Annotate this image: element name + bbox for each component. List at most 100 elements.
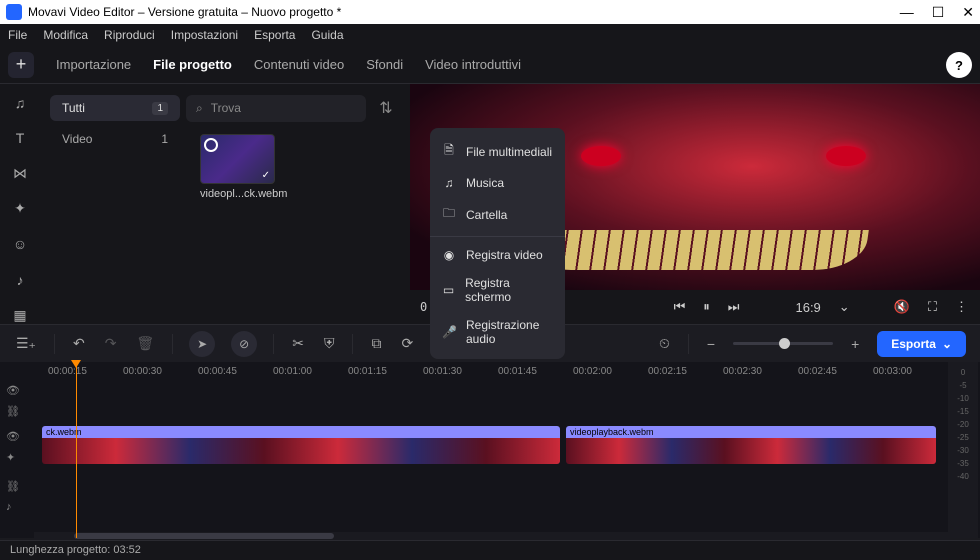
tracks: 👁 ⛓ 👁 ✦ ck.webm videoplayback.webm ⛓ ♪ bbox=[0, 384, 980, 509]
speed-button[interactable]: ⏲ bbox=[657, 335, 672, 352]
clip-2-label: videoplayback.webm bbox=[566, 426, 936, 438]
add-menu: 🗎File multimediali ♫Musica 🗀Cartella ◉Re… bbox=[430, 128, 565, 359]
horizontal-scrollbar[interactable] bbox=[34, 532, 950, 540]
fx-icon[interactable]: ✦ bbox=[6, 451, 20, 464]
aspect-ratio-label[interactable]: 16:9 bbox=[793, 300, 822, 315]
rewind-button[interactable]: ⏮ bbox=[672, 299, 688, 315]
disable-tool[interactable]: ⊘ bbox=[231, 331, 257, 357]
menu-folder[interactable]: 🗀Cartella bbox=[430, 197, 565, 232]
ruler-mark: 00:00:45 bbox=[198, 366, 237, 377]
scrollbar-thumb[interactable] bbox=[74, 533, 334, 539]
video-clip-2[interactable]: videoplayback.webm bbox=[566, 426, 936, 464]
thumbnail-image[interactable] bbox=[200, 134, 275, 184]
playhead[interactable] bbox=[76, 362, 77, 538]
maximize-button[interactable]: ☐ bbox=[932, 4, 945, 21]
add-media-button[interactable]: + bbox=[8, 52, 34, 78]
ruler-mark: 00:01:45 bbox=[498, 366, 537, 377]
menu-record-video[interactable]: ◉Registra video bbox=[430, 241, 565, 269]
cut-button[interactable]: ✂ bbox=[290, 335, 306, 352]
media-thumbnail[interactable]: videopl...ck.webm bbox=[200, 134, 285, 200]
db-label: -30 bbox=[948, 444, 978, 457]
db-label: -10 bbox=[948, 392, 978, 405]
zoom-slider[interactable] bbox=[733, 342, 833, 345]
zoom-out-button[interactable]: − bbox=[705, 336, 717, 352]
crop-button[interactable]: ⧉ bbox=[369, 335, 383, 352]
tab-video-content[interactable]: Contenuti video bbox=[254, 57, 344, 72]
menu-media-files[interactable]: 🗎File multimediali bbox=[430, 134, 565, 169]
thumbnail-label: videopl...ck.webm bbox=[200, 188, 285, 200]
db-label: -40 bbox=[948, 470, 978, 483]
zoom-in-button[interactable]: + bbox=[849, 336, 861, 352]
mute-button[interactable]: 🔇 bbox=[892, 299, 912, 315]
wand-icon[interactable]: ✦ bbox=[10, 200, 30, 217]
tab-import[interactable]: Importazione bbox=[56, 57, 131, 72]
audio-icon[interactable]: ♪ bbox=[6, 501, 20, 513]
shield-icon[interactable]: ⛨ bbox=[322, 335, 337, 352]
link-icon[interactable]: ⛓ bbox=[6, 480, 20, 493]
menu-settings[interactable]: Impostazioni bbox=[171, 28, 238, 42]
window-controls: — ☐ ✕ bbox=[900, 4, 974, 21]
track-controls: 👁 ⛓ bbox=[6, 384, 20, 418]
db-label: -25 bbox=[948, 431, 978, 444]
widgets-icon[interactable]: ▦ bbox=[10, 307, 30, 324]
menu-record-screen[interactable]: ▭ Registra schermo bbox=[430, 269, 565, 311]
db-label: -35 bbox=[948, 457, 978, 470]
menu-record-screen-label: Registra schermo bbox=[465, 276, 553, 304]
titlebar: Movavi Video Editor – Versione gratuita … bbox=[0, 0, 980, 24]
tab-intros[interactable]: Video introduttivi bbox=[425, 57, 521, 72]
db-label: -5 bbox=[948, 379, 978, 392]
redo-button[interactable]: ↷ bbox=[103, 335, 119, 352]
preview-graphic bbox=[581, 146, 621, 166]
screen-icon: ▭ bbox=[442, 283, 455, 297]
note-icon[interactable]: ♫ bbox=[10, 94, 30, 111]
menu-file[interactable]: File bbox=[8, 28, 27, 42]
menu-help[interactable]: Guida bbox=[311, 28, 343, 42]
track-controls-2: 👁 ✦ bbox=[6, 430, 20, 464]
search-input[interactable]: ⌕ Trova bbox=[186, 95, 366, 122]
file-icon: 🗎 bbox=[442, 141, 456, 162]
category-video[interactable]: Video 1 bbox=[50, 128, 180, 150]
play-pause-button[interactable]: ⏸ bbox=[701, 299, 712, 315]
preview-graphic bbox=[521, 230, 869, 270]
timeline-ruler[interactable]: 00:00:15 00:00:30 00:00:45 00:01:00 00:0… bbox=[0, 362, 980, 384]
transitions-icon[interactable]: ⋈ bbox=[10, 165, 30, 182]
project-length: Lunghezza progetto: 03:52 bbox=[10, 544, 141, 556]
search-icon: ⌕ bbox=[196, 101, 203, 116]
tab-project-files[interactable]: File progetto bbox=[153, 57, 232, 72]
close-button[interactable]: ✕ bbox=[962, 4, 974, 21]
export-button[interactable]: Esporta ⌄ bbox=[877, 331, 966, 357]
link-icon[interactable]: ⛓ bbox=[6, 405, 20, 418]
more-button[interactable]: ⋮ bbox=[953, 299, 970, 315]
menu-music[interactable]: ♫Musica bbox=[430, 169, 565, 197]
undo-button[interactable]: ↶ bbox=[71, 335, 87, 352]
menu-edit[interactable]: Modifica bbox=[43, 28, 88, 42]
eye-icon[interactable]: 👁 bbox=[6, 384, 20, 397]
sort-button[interactable]: ⇅ bbox=[372, 94, 400, 122]
pointer-tool[interactable]: ➤ bbox=[189, 331, 215, 357]
minimize-button[interactable]: — bbox=[900, 4, 914, 21]
ruler-mark: 00:00:15 bbox=[48, 366, 87, 377]
rotate-button[interactable]: ⟳ bbox=[399, 335, 415, 352]
eye-icon[interactable]: 👁 bbox=[6, 430, 20, 443]
clip-2-thumbnails bbox=[566, 438, 936, 464]
forward-button[interactable]: ⏭ bbox=[726, 299, 742, 315]
tracks-button[interactable]: ☰₊ bbox=[14, 335, 38, 352]
menu-export[interactable]: Esporta bbox=[254, 28, 295, 42]
ruler-mark: 00:01:15 bbox=[348, 366, 387, 377]
window-title: Movavi Video Editor – Versione gratuita … bbox=[28, 5, 341, 19]
text-icon[interactable]: T bbox=[10, 129, 30, 146]
fullscreen-button[interactable]: ⛶ bbox=[926, 299, 939, 315]
category-all-count: 1 bbox=[152, 102, 168, 115]
menu-record-audio[interactable]: 🎤Registrazione audio bbox=[430, 311, 565, 353]
help-button[interactable]: ? bbox=[946, 52, 972, 78]
menu-play[interactable]: Riproduci bbox=[104, 28, 155, 42]
tab-backgrounds[interactable]: Sfondi bbox=[366, 57, 403, 72]
mic-icon: 🎤 bbox=[442, 325, 456, 339]
stickers-icon[interactable]: ☺ bbox=[10, 236, 30, 253]
volume-icon[interactable]: ♪ bbox=[10, 271, 30, 288]
video-clip-1[interactable]: ck.webm bbox=[42, 426, 560, 464]
chevron-down-icon[interactable]: ⌄ bbox=[837, 299, 852, 315]
category-all[interactable]: Tutti 1 bbox=[50, 95, 180, 121]
delete-button[interactable]: 🗑 bbox=[134, 335, 156, 352]
menu-separator bbox=[430, 236, 565, 237]
